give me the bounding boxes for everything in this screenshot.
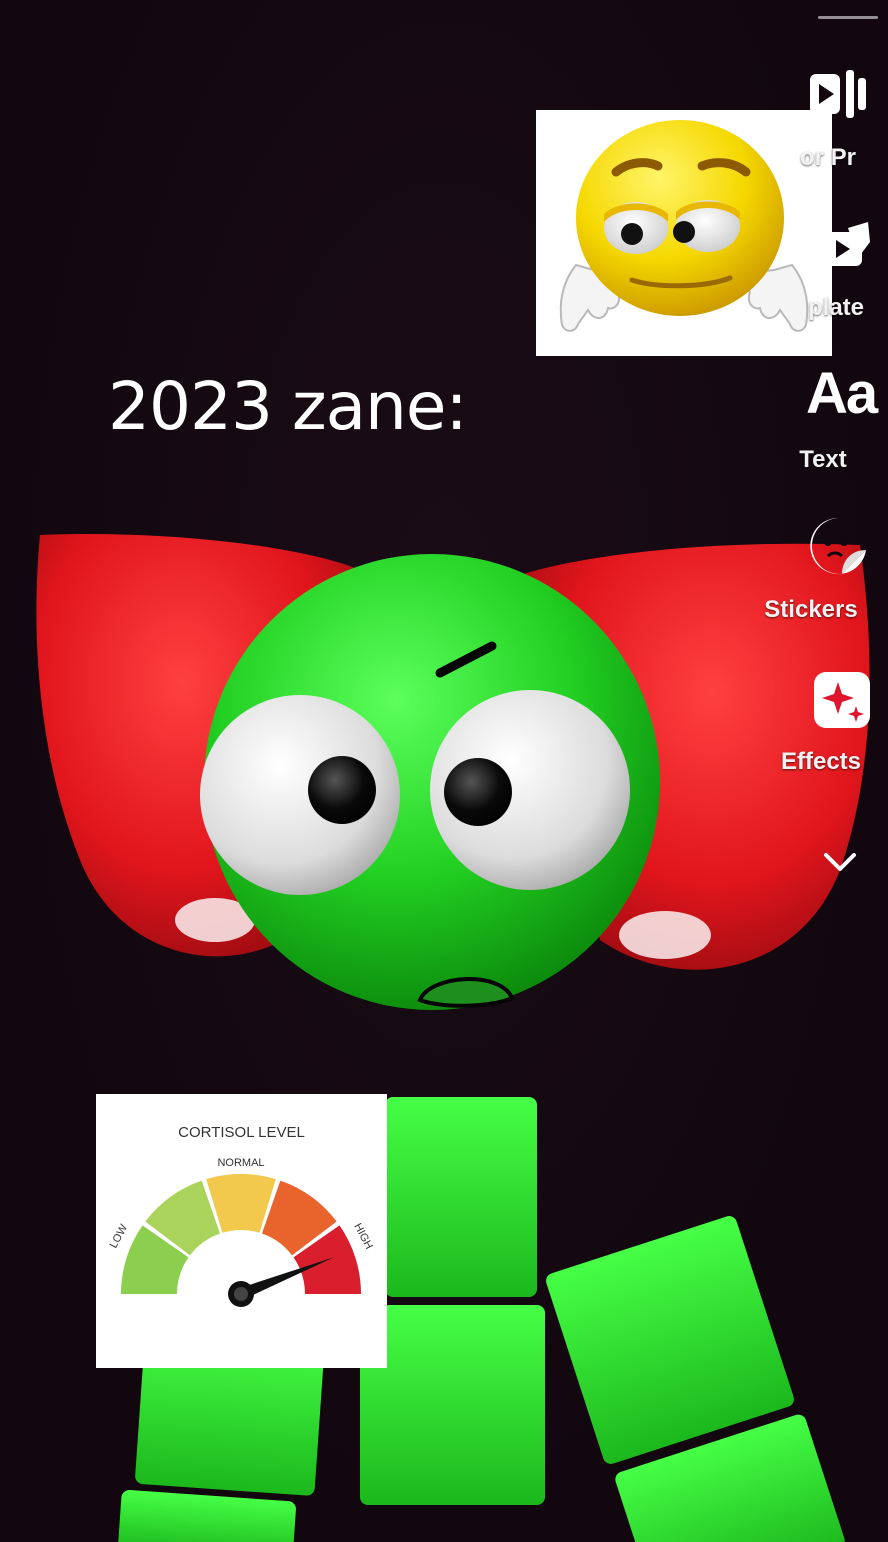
caption-text: 2023 zane:	[108, 368, 468, 445]
editor-side-menu: or Pr plate Aa Text Stickers Effects	[764, 0, 888, 900]
text-aa-icon: Aa	[806, 361, 878, 426]
teleprompter-icon	[810, 70, 866, 118]
gauge-label-normal: NORMAL	[217, 1157, 264, 1169]
body-block	[385, 1097, 537, 1297]
video-frame: 2023 zane: CORTISOL LEVEL LOW NORMAL HIG…	[0, 0, 888, 1542]
effects-sparkle-icon	[814, 672, 870, 728]
tool-teleprompter[interactable]: or Pr	[778, 60, 888, 171]
tool-text[interactable]: Aa Text	[778, 360, 888, 480]
gauge-label-low: LOW	[108, 1222, 131, 1250]
cortisol-gauge: LOW NORMAL HIGH	[108, 1157, 375, 1307]
tool-label-text: Text	[799, 446, 847, 473]
body-block	[360, 1305, 545, 1505]
chevron-down-icon[interactable]	[822, 850, 858, 874]
tool-label-stickers: Stickers	[764, 596, 858, 623]
tool-effects[interactable]: Effects	[778, 668, 888, 788]
cortisol-gauge-card: CORTISOL LEVEL LOW NORMAL HIGH	[96, 1094, 387, 1368]
template-icon	[822, 222, 870, 266]
tool-template[interactable]: plate	[778, 212, 888, 332]
tool-label-teleprompter: or Pr	[800, 144, 857, 171]
tool-label-template: plate	[808, 294, 865, 321]
body-block	[118, 1490, 296, 1542]
gauge-label-high: HIGH	[351, 1221, 375, 1251]
tool-label-effects: Effects	[780, 748, 862, 775]
sticker-icon	[810, 518, 866, 575]
tool-stickers[interactable]: Stickers	[764, 512, 888, 632]
